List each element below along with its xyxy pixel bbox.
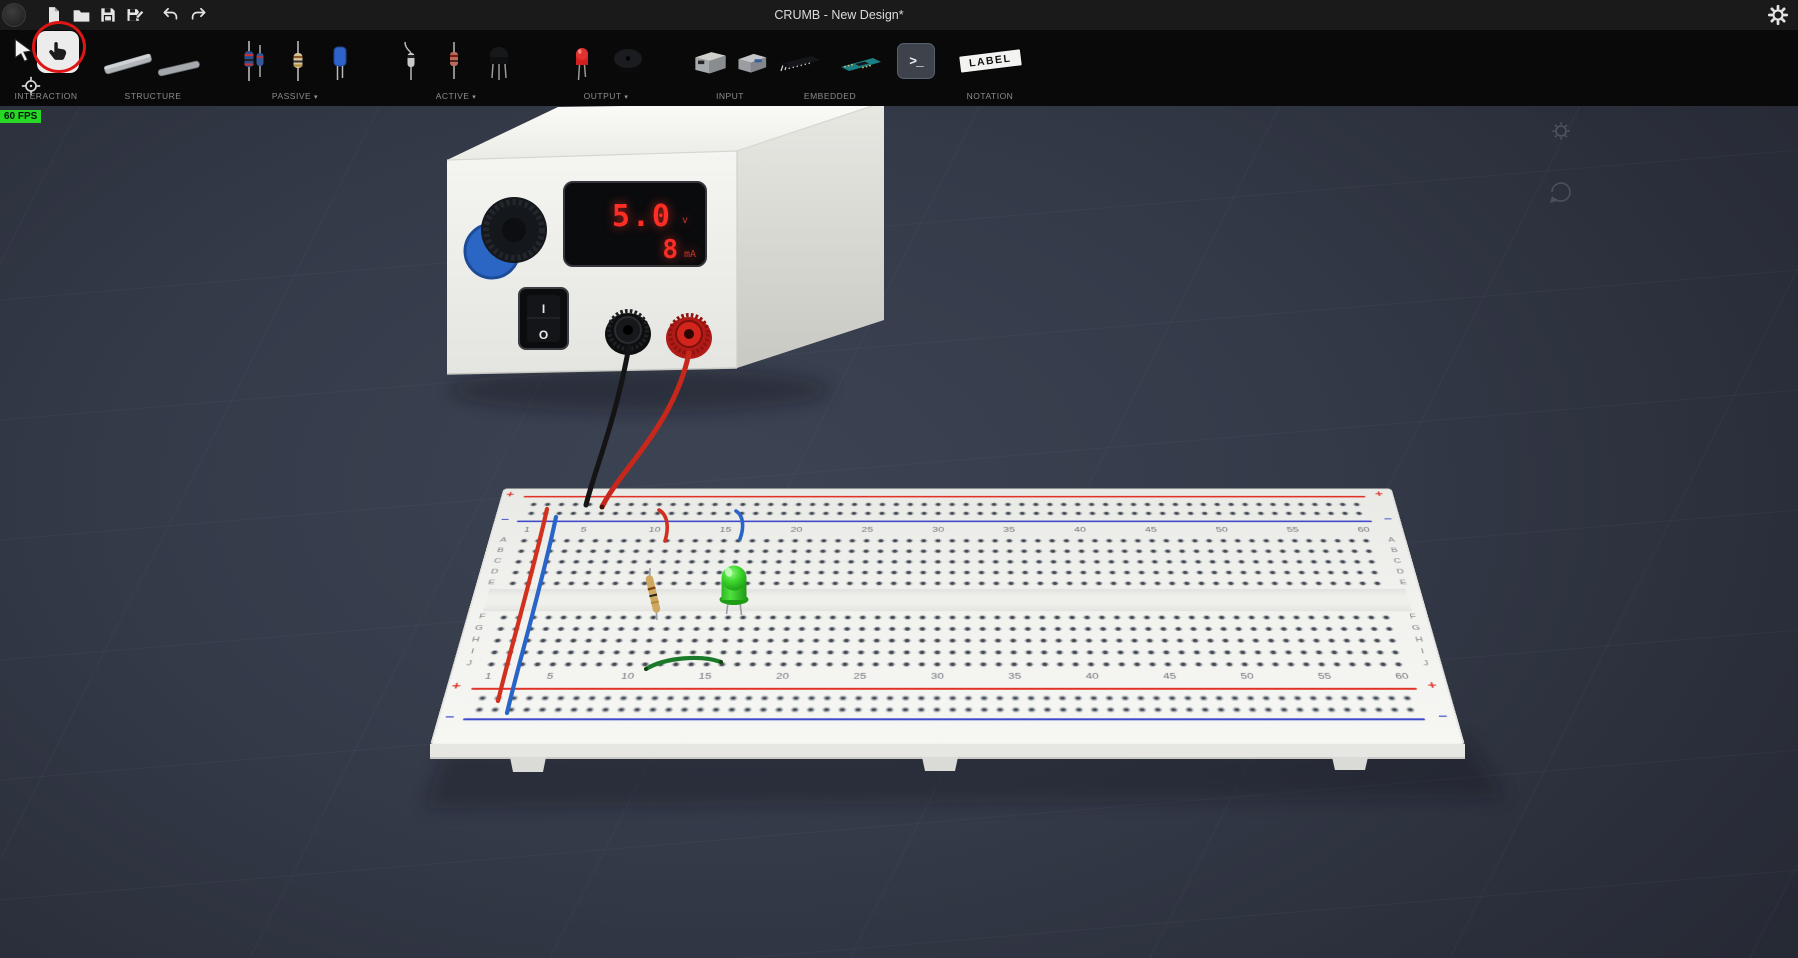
jumper-wire-blue-short[interactable] [734,509,745,541]
viewport-orbit-icon[interactable] [1550,182,1571,203]
ic-chip-tool[interactable] [775,37,825,85]
viewport-gear-icon[interactable] [1552,122,1570,140]
diode-tool[interactable] [393,37,429,85]
titlebar: CRUMB - New Design* [0,0,1798,30]
toolbar-label-output[interactable]: OUTPUT ▾ [536,91,676,101]
toolbar-group-notation: LABEL NOTATION [942,30,1038,106]
toolbar-group-terminal: >_ [890,30,942,106]
toolbar-label-active[interactable]: ACTIVE ▾ [376,91,536,101]
psu-wire-red[interactable] [599,350,692,510]
label-tool[interactable]: LABEL [959,49,1021,73]
toolbar-group-interaction: INTERACTION [0,30,92,106]
window-title: CRUMB - New Design* [774,8,904,22]
fps-badge: 60 FPS [0,110,42,123]
toolbar-label-notation: NOTATION [966,91,1014,101]
gear-icon [1767,4,1789,26]
dropdown-arrow-icon: ▾ [314,94,319,101]
toolbar-label-embedded: EMBEDDED [803,91,857,101]
toolbar-group-structure: STRUCTURE [92,30,214,106]
jumper-wire-red-short[interactable] [657,508,670,543]
battery-tool[interactable] [734,37,770,85]
settings-button[interactable] [1766,2,1790,28]
resistor-beige-tool[interactable] [281,37,315,85]
toolbar-label-structure: STRUCTURE [124,91,182,101]
dropdown-arrow-icon: ▾ [624,94,629,101]
psu-wire-black[interactable] [583,343,632,508]
toolbar-label-passive-text: PASSIVE [271,91,312,101]
buzzer-tool[interactable] [608,37,648,85]
toolbar-label-input: INPUT [716,91,744,101]
resistor[interactable] [645,567,661,621]
terminal-tool[interactable]: >_ [897,43,935,79]
capacitor-tool[interactable] [323,37,357,85]
toolbar-label-passive[interactable]: PASSIVE ▾ [214,91,376,101]
jumper-wire-green[interactable] [643,655,724,672]
jumper-wire-red-long[interactable] [495,506,550,704]
dropdown-arrow-icon: ▾ [472,94,477,101]
toolbar-label-interaction: INTERACTION [14,91,78,101]
toolbar-label-output-text: OUTPUT [583,91,622,101]
transistor-tool[interactable] [479,37,519,85]
toolbar-group-input: INPUT [690,30,770,106]
toolbar-group-embedded: EMBEDDED [770,30,890,106]
hand-tool[interactable] [37,31,79,73]
cursor-tool[interactable] [12,36,38,69]
led-tool[interactable] [564,37,600,85]
microcontroller-tool[interactable] [835,37,885,85]
diode-red-tool[interactable] [437,37,471,85]
breadboard-side [430,744,1465,772]
hand-pointer-icon [49,42,67,60]
led-green[interactable] [719,565,749,616]
toolbar-group-output: OUTPUT ▾ [536,30,676,106]
scene-viewport[interactable]: 60 FPS 5.0 v 8 mA I O + + − − + + − − 1 … [0,106,1798,958]
cursor-arrow-icon [14,38,33,63]
wire-pin [599,504,605,510]
toolbar-label-active-text: ACTIVE [435,91,470,101]
toolbar-group-passive: PASSIVE ▾ [214,30,376,106]
wire-pin [583,502,589,508]
power-supply-tool[interactable] [690,37,729,85]
resistor-tool[interactable] [233,37,273,85]
jumper-wire-blue-long[interactable] [504,514,559,716]
toolbar-group-active: ACTIVE ▾ [376,30,536,106]
scene-front-layer [430,122,1571,772]
component-toolbar: INTERACTION STRUCTURE PASSIVE ▾ ACTIVE ▾… [0,30,1798,106]
breadboard-strip-tool[interactable] [98,38,208,84]
